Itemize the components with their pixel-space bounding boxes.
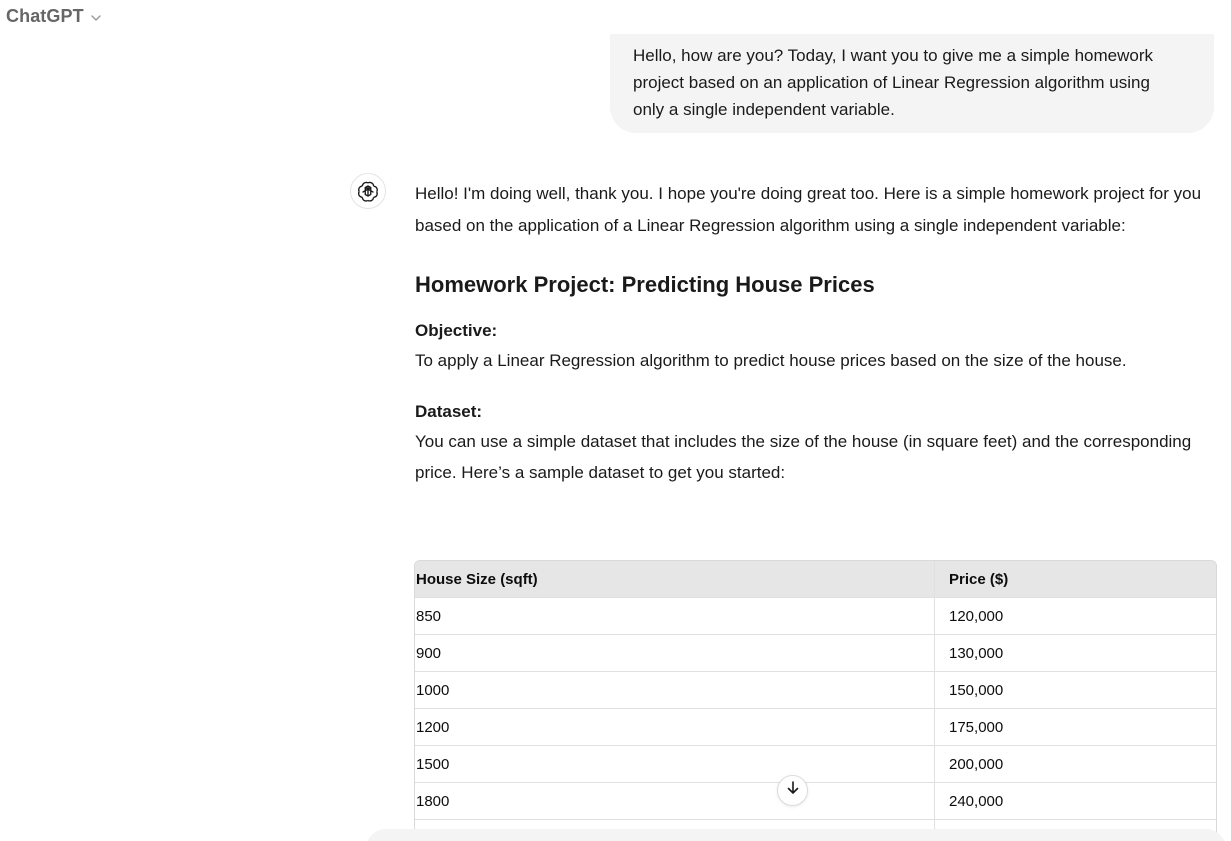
cell-house-size: 1200 — [415, 708, 935, 746]
app-title: ChatGPT — [6, 6, 84, 26]
cell-price: 120,000 — [934, 597, 1216, 635]
openai-logo-icon — [350, 173, 386, 209]
scroll-to-bottom-button[interactable] — [777, 775, 808, 806]
table-header-row: House Size (sqft) Price ($) — [415, 561, 1216, 598]
table-row: 1000 150,000 — [415, 671, 1216, 709]
table-row: 1800 240,000 — [415, 782, 1216, 820]
table-row: 1500 200,000 — [415, 745, 1216, 783]
dataset-table: House Size (sqft) Price ($) 850 120,000 … — [414, 560, 1217, 841]
cell-house-size: 1500 — [415, 745, 935, 783]
objective-text: To apply a Linear Regression algorithm t… — [415, 351, 1127, 370]
message-composer[interactable] — [366, 829, 1226, 841]
cell-house-size: 1000 — [415, 671, 935, 709]
table-row: 1200 175,000 — [415, 708, 1216, 746]
cell-price: 130,000 — [934, 634, 1216, 672]
table-row: 900 130,000 — [415, 634, 1216, 672]
table-row: 850 120,000 — [415, 597, 1216, 635]
objective-label: Objective: — [415, 321, 498, 340]
user-message: Hello, how are you? Today, I want you to… — [610, 34, 1214, 133]
assistant-message: Hello! I'm doing well, thank you. I hope… — [415, 178, 1215, 489]
assistant-intro: Hello! I'm doing well, thank you. I hope… — [415, 184, 1202, 235]
chevron-down-icon — [90, 11, 102, 23]
dataset-text: You can use a simple dataset that includ… — [415, 431, 1192, 483]
cell-price: 200,000 — [934, 745, 1216, 783]
dataset-label: Dataset: — [415, 401, 483, 421]
cell-house-size: 850 — [415, 597, 935, 635]
cell-price: 240,000 — [934, 782, 1216, 820]
cell-house-size: 1800 — [415, 782, 935, 820]
chat-page: ChatGPT Hello, how are you? Today, I wan… — [0, 0, 1231, 841]
arrow-down-icon — [785, 780, 801, 801]
user-message-text: Hello, how are you? Today, I want you to… — [633, 46, 1154, 119]
cell-price: 175,000 — [934, 708, 1216, 746]
column-header-house-size: House Size (sqft) — [415, 561, 935, 598]
cell-price: 150,000 — [934, 671, 1216, 709]
cell-house-size: 900 — [415, 634, 935, 672]
column-header-price: Price ($) — [934, 561, 1216, 598]
section-heading: Homework Project: Predicting House Price… — [415, 272, 875, 297]
model-selector[interactable]: ChatGPT — [6, 6, 102, 27]
